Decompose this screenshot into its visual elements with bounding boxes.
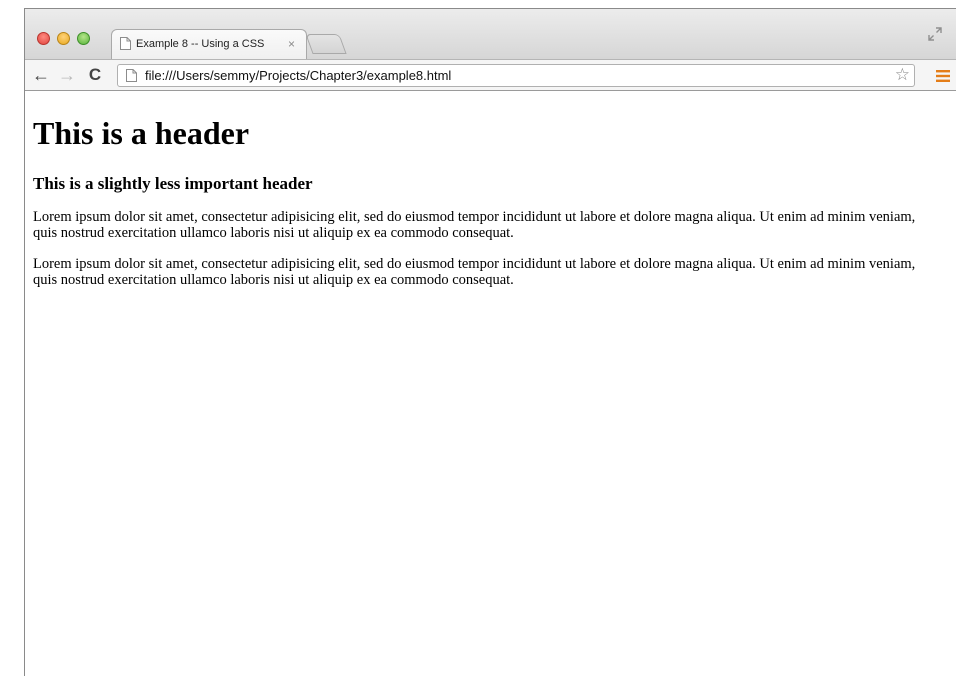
browser-window: Example 8 -- Using a CSS × ← → C file://…	[24, 8, 956, 676]
zoom-window-icon[interactable]	[77, 32, 90, 45]
tab-close-icon[interactable]: ×	[288, 37, 295, 51]
title-bar: Example 8 -- Using a CSS ×	[25, 9, 956, 59]
tab-title: Example 8 -- Using a CSS	[136, 38, 265, 50]
toolbar: ← → C file:///Users/semmy/Projects/Chapt…	[25, 59, 956, 91]
page-icon	[120, 37, 131, 50]
forward-arrow-icon[interactable]: →	[57, 65, 77, 85]
fullscreen-icon[interactable]	[928, 27, 942, 41]
paragraph-1: Lorem ipsum dolor sit amet, consectetur …	[33, 209, 916, 241]
url-text[interactable]: file:///Users/semmy/Projects/Chapter3/ex…	[145, 68, 451, 83]
page-content: This is a header This is a slightly less…	[33, 105, 932, 288]
reload-icon[interactable]: C	[85, 65, 105, 85]
minimize-window-icon[interactable]	[57, 32, 70, 45]
close-window-icon[interactable]	[37, 32, 50, 45]
bookmark-star-icon[interactable]: ☆	[895, 65, 910, 85]
page-subheading: This is a slightly less important header	[33, 174, 313, 193]
page-icon	[126, 69, 137, 82]
tab-example-8[interactable]: Example 8 -- Using a CSS ×	[111, 29, 307, 59]
address-bar[interactable]: file:///Users/semmy/Projects/Chapter3/ex…	[117, 64, 915, 87]
paragraph-2: Lorem ipsum dolor sit amet, consectetur …	[33, 256, 916, 288]
new-tab-button[interactable]	[305, 34, 347, 54]
back-arrow-icon[interactable]: ←	[31, 65, 51, 85]
page-heading: This is a header	[33, 115, 250, 151]
hamburger-menu-icon[interactable]	[936, 70, 950, 82]
